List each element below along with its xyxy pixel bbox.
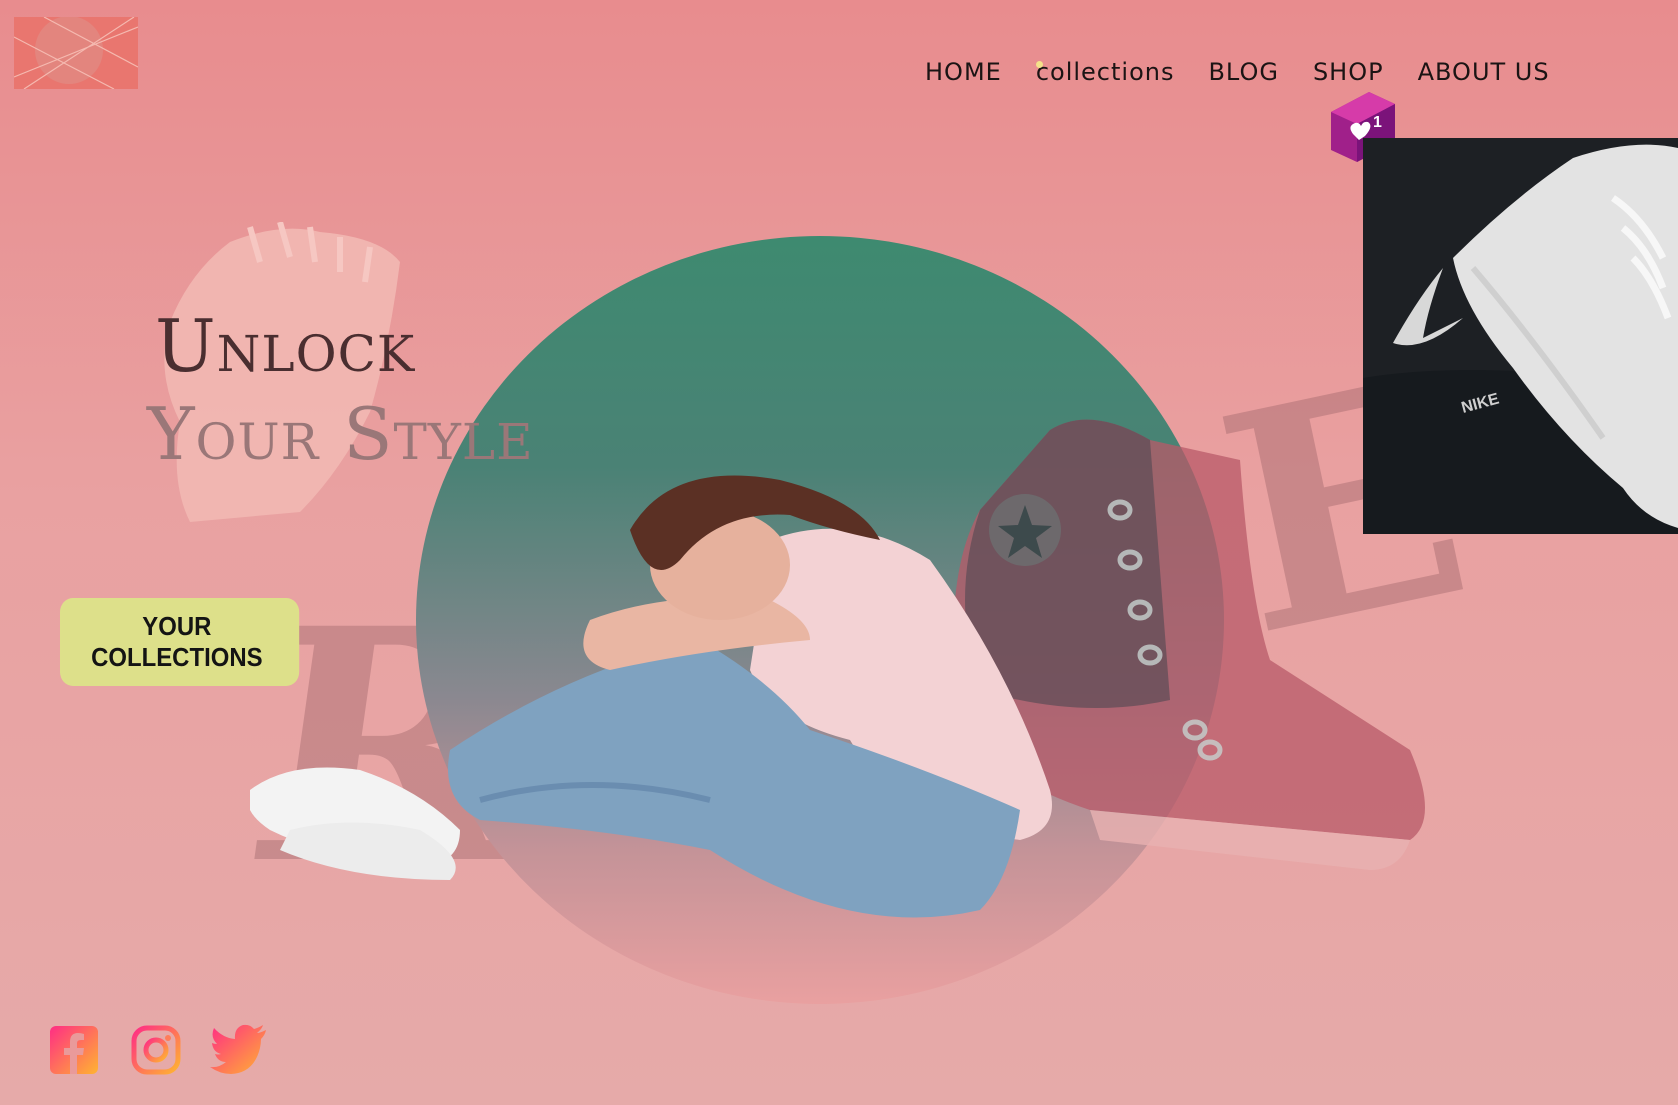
headline-line-2: Your Style (147, 392, 534, 476)
model-photo (250, 475, 1052, 918)
instagram-icon (131, 1025, 181, 1075)
shoe-photo: NIKE (1363, 138, 1678, 534)
twitter-link[interactable] (210, 1024, 268, 1080)
facebook-link[interactable] (48, 1024, 100, 1080)
nav-about-us[interactable]: ABOUT US (1418, 58, 1550, 86)
instagram-link[interactable] (130, 1024, 182, 1080)
notification-count: 1 (1373, 114, 1382, 131)
main-nav: HOME collections BLOG SHOP ABOUT US (925, 58, 1584, 86)
nav-home[interactable]: HOME (925, 58, 1002, 86)
headline-line-1: Unlock (155, 304, 416, 388)
your-collections-button[interactable]: YOUR COLLECTIONS (60, 598, 300, 686)
nav-shop[interactable]: SHOP (1313, 58, 1384, 86)
hero-headline: Unlock Your Style (147, 304, 534, 470)
nav-blog[interactable]: BLOG (1208, 58, 1278, 86)
site-logo[interactable] (14, 17, 138, 89)
facebook-icon (50, 1026, 98, 1074)
twitter-icon (210, 1024, 266, 1074)
nav-collections[interactable]: collections (1035, 58, 1175, 86)
